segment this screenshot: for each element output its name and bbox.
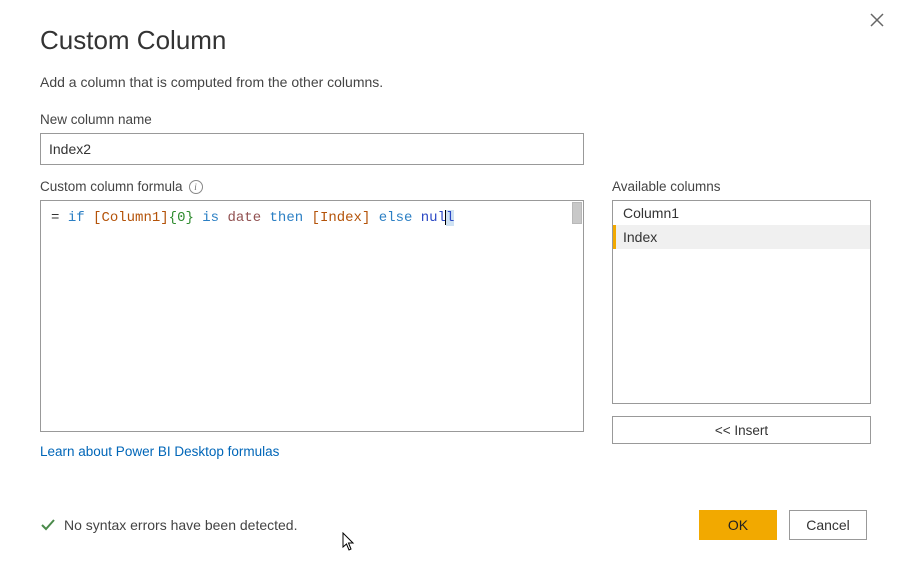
custom-column-dialog: Custom Column Add a column that is compu… xyxy=(0,0,907,564)
footer-buttons: OK Cancel xyxy=(699,510,867,540)
formula-token: } xyxy=(185,210,193,226)
formula-token: date xyxy=(228,210,262,226)
available-columns-list: Column1 Index xyxy=(612,200,871,404)
dialog-title: Custom Column xyxy=(40,25,867,56)
syntax-status: No syntax errors have been detected. xyxy=(40,517,297,533)
formula-token: ] xyxy=(362,210,370,226)
available-column-item[interactable]: Column1 xyxy=(613,201,870,225)
formula-content: = if [Column1]{0} is date then [Index] e… xyxy=(41,201,583,237)
formula-token: nul xyxy=(421,210,446,226)
new-column-name-label-text: New column name xyxy=(40,112,152,127)
learn-link[interactable]: Learn about Power BI Desktop formulas xyxy=(40,444,279,459)
formula-token: is xyxy=(202,210,219,226)
available-columns-label-text: Available columns xyxy=(612,179,721,194)
close-icon xyxy=(869,12,885,28)
formula-label: Custom column formula i xyxy=(40,179,584,194)
formula-token: { xyxy=(169,210,177,226)
new-column-name-input[interactable] xyxy=(40,133,584,165)
formula-token: if xyxy=(68,210,85,226)
formula-token: ] xyxy=(160,210,168,226)
formula-token: then xyxy=(270,210,304,226)
dialog-subtitle: Add a column that is computed from the o… xyxy=(40,74,867,90)
check-icon xyxy=(40,517,56,533)
formula-token: Index xyxy=(320,210,362,226)
formula-token: l xyxy=(446,210,454,226)
status-text: No syntax errors have been detected. xyxy=(64,517,297,533)
ok-button[interactable]: OK xyxy=(699,510,777,540)
formula-editor[interactable]: = if [Column1]{0} is date then [Index] e… xyxy=(40,200,584,432)
formula-token: else xyxy=(379,210,413,226)
new-column-name-label: New column name xyxy=(40,112,867,127)
available-column-item[interactable]: Index xyxy=(613,225,870,249)
insert-button[interactable]: << Insert xyxy=(612,416,871,444)
mouse-cursor-icon xyxy=(342,532,356,552)
info-icon[interactable]: i xyxy=(189,180,203,194)
cancel-button[interactable]: Cancel xyxy=(789,510,867,540)
formula-label-text: Custom column formula xyxy=(40,179,183,194)
formula-token: = xyxy=(51,210,68,226)
formula-scrollbar[interactable] xyxy=(572,202,582,224)
formula-token: [ xyxy=(312,210,320,226)
available-columns-label: Available columns xyxy=(612,179,871,194)
close-button[interactable] xyxy=(869,12,889,32)
dialog-footer: No syntax errors have been detected. OK … xyxy=(40,510,867,540)
formula-token: Column1 xyxy=(101,210,160,226)
